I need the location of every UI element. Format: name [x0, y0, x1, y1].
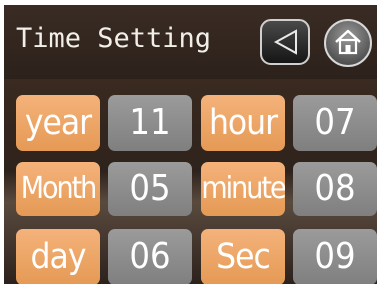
page-title: Time Setting	[16, 23, 212, 54]
day-value[interactable]: 06	[108, 229, 192, 284]
minute-value[interactable]: 08	[293, 162, 377, 216]
month-value[interactable]: 05	[108, 162, 192, 216]
home-button[interactable]	[324, 19, 372, 67]
sec-label[interactable]: Sec	[201, 229, 285, 284]
back-triangle-icon	[273, 29, 297, 55]
year-value[interactable]: 11	[108, 95, 192, 151]
sec-value[interactable]: 09	[293, 229, 377, 284]
hour-value[interactable]: 07	[293, 95, 377, 151]
header-bar: Time Setting	[4, 5, 377, 79]
time-setting-screen: Time Setting year 11 hour 07 Month 05 mi…	[4, 5, 377, 284]
day-label[interactable]: day	[16, 229, 100, 284]
minute-label[interactable]: minute	[201, 162, 285, 216]
month-label[interactable]: Month	[16, 162, 100, 216]
time-fields-grid: year 11 hour 07 Month 05 minute 08 day 0…	[4, 79, 377, 284]
home-icon	[335, 29, 361, 55]
year-label[interactable]: year	[16, 95, 100, 151]
back-button[interactable]	[260, 19, 310, 65]
hour-label[interactable]: hour	[201, 95, 285, 151]
